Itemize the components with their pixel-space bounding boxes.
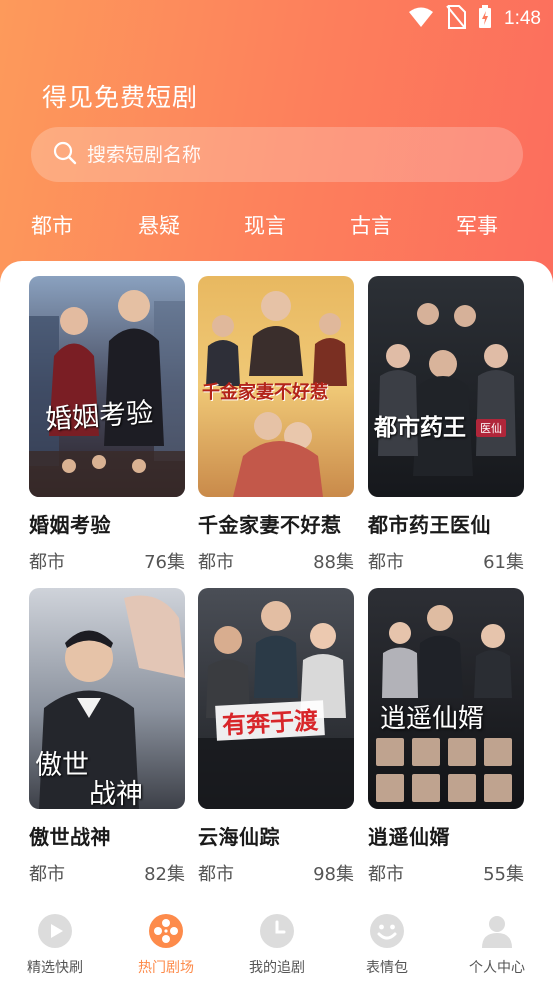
drama-poster: 逍遥仙婿 bbox=[368, 588, 524, 809]
drama-genre: 都市 bbox=[29, 552, 65, 573]
battery-charging-icon bbox=[478, 5, 492, 33]
drama-card[interactable]: 都市药王 医仙 都市药王医仙 都市 61集 bbox=[368, 276, 524, 574]
clock-icon bbox=[259, 913, 295, 949]
category-tab-xianyan[interactable]: 现言 bbox=[225, 210, 305, 240]
poster-title-text: 千金家妻不好惹 bbox=[202, 382, 328, 403]
drama-poster: 傲世 战神 bbox=[29, 588, 185, 809]
tab-featured[interactable]: 精选快刷 bbox=[5, 913, 105, 977]
tab-label: 精选快刷 bbox=[27, 960, 83, 976]
drama-poster: 都市药王 医仙 bbox=[368, 276, 524, 497]
drama-card[interactable]: 千金家妻不好惹 千金家妻不好惹 都市 88集 bbox=[198, 276, 354, 574]
drama-title: 傲世战神 bbox=[29, 825, 111, 849]
tab-label: 热门剧场 bbox=[138, 960, 194, 976]
drama-episode-count: 82集 bbox=[144, 864, 185, 885]
category-tab-dushi[interactable]: 都市 bbox=[12, 210, 92, 240]
drama-title: 婚姻考验 bbox=[29, 513, 111, 537]
drama-episode-count: 55集 bbox=[483, 864, 524, 885]
drama-title: 都市药王医仙 bbox=[368, 513, 491, 537]
drama-card[interactable]: 逍遥仙婿 逍遥仙婿 都市 55集 bbox=[368, 588, 524, 886]
drama-episode-count: 98集 bbox=[313, 864, 354, 885]
drama-poster: 千金家妻不好惹 bbox=[198, 276, 354, 497]
category-tab-junshi[interactable]: 军事 bbox=[437, 210, 517, 240]
search-icon bbox=[53, 141, 77, 169]
tab-label: 表情包 bbox=[366, 960, 408, 976]
tab-label: 个人中心 bbox=[469, 960, 525, 976]
no-sim-icon bbox=[446, 5, 467, 33]
drama-episode-count: 61集 bbox=[483, 552, 524, 573]
drama-genre: 都市 bbox=[198, 552, 234, 573]
tab-label: 我的追剧 bbox=[249, 960, 305, 976]
drama-genre: 都市 bbox=[368, 552, 404, 573]
category-tab-xuanyi[interactable]: 悬疑 bbox=[119, 210, 199, 240]
poster-badge-text: 医仙 bbox=[476, 419, 506, 437]
tab-profile[interactable]: 个人中心 bbox=[447, 913, 547, 977]
smiley-icon bbox=[369, 913, 405, 949]
tab-hot-theater[interactable]: 热门剧场 bbox=[116, 913, 216, 977]
poster-title-text: 婚姻考验 bbox=[44, 397, 155, 436]
tab-my-follows[interactable]: 我的追剧 bbox=[227, 913, 327, 977]
app-title: 得见免费短剧 bbox=[42, 83, 199, 112]
play-icon bbox=[37, 913, 73, 949]
drama-episode-count: 88集 bbox=[313, 552, 354, 573]
drama-card[interactable]: 傲世 战神 傲世战神 都市 82集 bbox=[29, 588, 185, 886]
status-bar: 1:48 bbox=[0, 0, 553, 40]
drama-card[interactable]: 有奔于渡 云海仙踪 都市 98集 bbox=[198, 588, 354, 886]
category-tabs: 都市 悬疑 现言 古言 军事 bbox=[0, 210, 553, 246]
category-tab-guyan[interactable]: 古言 bbox=[331, 210, 411, 240]
wifi-icon bbox=[408, 6, 434, 32]
film-reel-icon bbox=[148, 913, 184, 949]
drama-genre: 都市 bbox=[368, 864, 404, 885]
drama-genre: 都市 bbox=[198, 864, 234, 885]
drama-card[interactable]: 婚姻考验 婚姻考验 都市 76集 bbox=[29, 276, 185, 574]
drama-title: 逍遥仙婿 bbox=[368, 825, 450, 849]
poster-title-text-2: 战神 bbox=[89, 779, 143, 809]
bottom-tab-bar: 精选快刷 热门剧场 我的追剧 表情包 个人中心 bbox=[0, 901, 553, 983]
drama-title: 云海仙踪 bbox=[198, 825, 280, 849]
drama-grid: 婚姻考验 婚姻考验 都市 76集 千金家妻不好惹 千金家妻不好惹 都市 88集 … bbox=[0, 261, 553, 901]
drama-poster: 有奔于渡 bbox=[198, 588, 354, 809]
poster-title-text: 都市药王 bbox=[374, 414, 466, 441]
drama-episode-count: 76集 bbox=[144, 552, 185, 573]
search-bar[interactable] bbox=[31, 127, 523, 182]
drama-poster: 婚姻考验 bbox=[29, 276, 185, 497]
status-time: 1:48 bbox=[504, 8, 541, 29]
drama-title: 千金家妻不好惹 bbox=[198, 513, 342, 537]
poster-title-text: 逍遥仙婿 bbox=[380, 704, 485, 734]
drama-genre: 都市 bbox=[29, 864, 65, 885]
tab-stickers[interactable]: 表情包 bbox=[337, 913, 437, 977]
person-icon bbox=[479, 913, 515, 949]
poster-title-text: 有奔于渡 bbox=[215, 700, 325, 741]
poster-title-text: 傲世 bbox=[35, 750, 89, 781]
search-input[interactable] bbox=[87, 143, 467, 166]
